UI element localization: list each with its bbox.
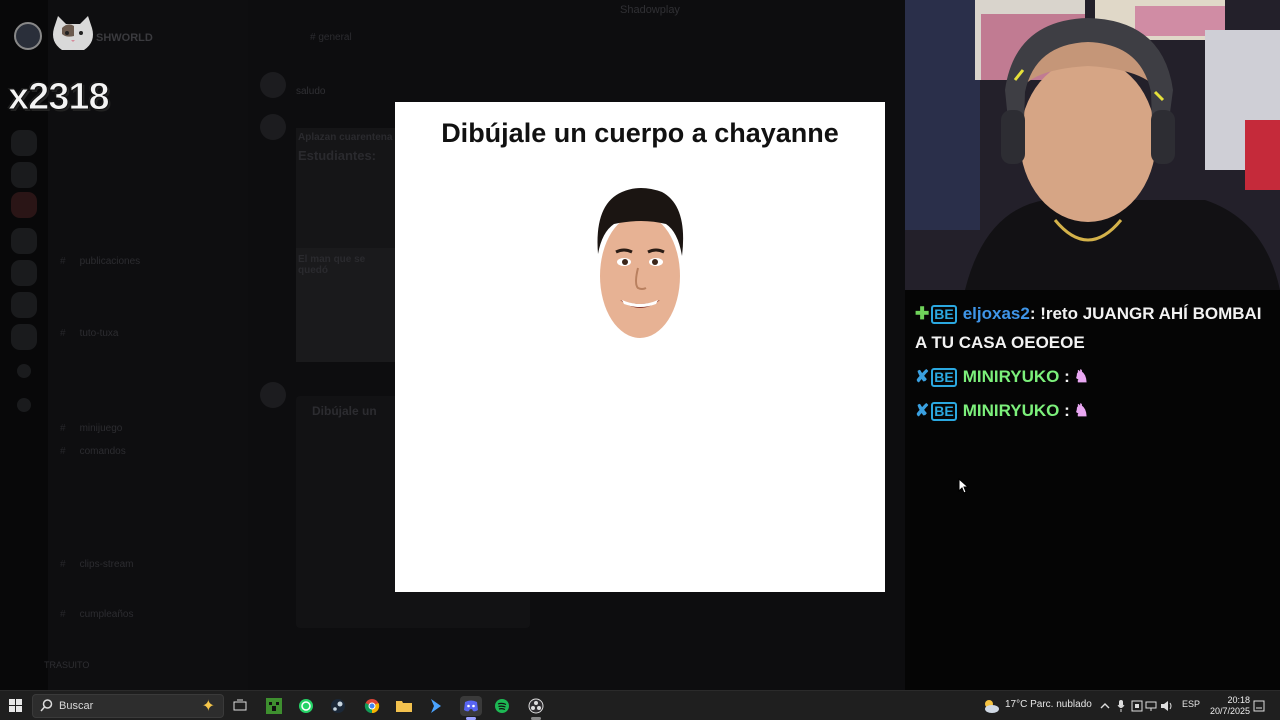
channel-header: # general [310,32,352,43]
webcam-image [905,0,1280,290]
drawing-canvas-modal[interactable]: Dibújale un cuerpo a chayanne [395,102,885,592]
microphone-icon [1117,700,1125,712]
meme-heading: Aplazan cuarentena [298,132,393,143]
spotify-icon [495,699,509,713]
chat-message: ✘ BE MINIRYUKO : ♞ [915,367,1089,387]
discord-icon [464,700,478,712]
windows-icon [9,699,22,712]
avatar[interactable] [260,72,286,98]
chevron-up-icon [1100,703,1110,709]
obs-app-button[interactable] [526,696,546,716]
weather-text[interactable]: 17°C Parc. nublado [1005,699,1092,710]
subscriber-badge-icon: BE [931,402,957,421]
channel-minijuego[interactable]: minijuego [60,423,123,434]
network-button[interactable] [1144,696,1158,716]
chat-message-continued: A TU CASA OEOEOE [915,333,1085,352]
start-button[interactable] [6,696,26,716]
embed-title: Dibújale un [312,404,377,418]
chat-username: MINIRYUKO [962,367,1060,386]
donation-counter: x2318 [8,76,111,119]
chat-text: : [1059,401,1070,420]
current-user-name: TRASUITO [44,660,90,670]
taskbar: Buscar ✦ 17°C Parc. nublado ESP 20:18 20… [0,690,1280,720]
mouse-cursor-icon [958,478,970,494]
chrome-icon [364,699,380,714]
chat-message: ✘ BE MINIRYUKO : ♞ [915,401,1089,421]
obs-icon [528,698,544,714]
message-text: saludo [296,86,326,97]
channel-logo-icon [14,22,42,50]
copilot-sparkle-icon: ✦ [201,698,215,715]
server-icon[interactable] [11,162,37,188]
file-explorer-button[interactable] [394,696,414,716]
add-server-icon[interactable] [17,364,31,378]
arrow-app-icon [431,699,441,713]
server-name[interactable]: SHWORLD [96,32,153,44]
chat-message: ✚ BE eljoxas2: !reto JUANGR AHÍ BOMBAI [915,304,1262,324]
sword-badge-icon: ✘ [915,401,930,420]
channel-clips-stream[interactable]: clips-stream [60,559,134,570]
face-image [597,188,684,338]
chrome-app-button[interactable] [362,696,382,716]
app-button[interactable] [426,696,446,716]
modal-title: Dibújale un cuerpo a chayanne [441,118,839,148]
task-view-icon [233,699,247,711]
chat-text: : !reto JUANGR AHÍ BOMBAI [1029,304,1262,323]
tray-overflow-button[interactable] [1098,696,1112,716]
clock-time: 20:18 [1227,695,1250,705]
sparkle-badge-icon: ✚ [915,304,930,323]
task-view-button[interactable] [230,696,250,716]
search-icon [40,699,53,712]
server-icon[interactable] [11,324,37,350]
server-icon[interactable] [11,228,37,254]
search-placeholder: Buscar [59,700,94,712]
volume-icon [1161,701,1172,711]
steam-icon [331,699,345,713]
notification-icon [1253,700,1265,712]
channel-cumpleanos[interactable]: cumpleaños [60,609,134,620]
subscriber-badge-icon: BE [931,368,957,387]
weather-cloud-icon [985,700,999,713]
server-icon[interactable] [11,192,37,218]
channel-publicaciones[interactable]: publicaciones [60,256,141,267]
chat-username: MINIRYUKO [962,401,1060,420]
minecraft-icon [266,698,282,714]
unicorn-emote-icon: ♞ [1073,401,1089,420]
unicorn-emote-icon: ♞ [1073,367,1089,386]
whatsapp-icon [299,699,313,713]
chat-username: eljoxas2 [962,304,1030,323]
meme-subheading: Estudiantes: [298,148,377,163]
channel-tuto-tuxa[interactable]: tuto-tuxa [60,328,119,339]
server-icon[interactable] [11,260,37,286]
system-clock[interactable]: 20:18 20/7/2025 [1198,695,1250,717]
channel-comandos[interactable]: comandos [60,446,126,457]
sword-badge-icon: ✘ [915,367,930,386]
steam-app-button[interactable] [328,696,348,716]
tray-app-button[interactable] [1130,696,1144,716]
meme-image-card[interactable]: Aplazan cuarentena Estudiantes: El man q… [296,128,396,362]
cat-emote-icon [53,16,93,50]
subscriber-badge-icon: BE [931,305,957,324]
notifications-button[interactable] [1252,696,1266,716]
spotify-app-button[interactable] [492,696,512,716]
minecraft-app-button[interactable] [264,696,284,716]
discord-app-button[interactable] [460,696,482,716]
search-input[interactable]: Buscar ✦ [32,694,224,718]
avatar[interactable] [260,114,286,140]
chat-text: : [1059,367,1070,386]
explore-icon[interactable] [17,398,31,412]
volume-button[interactable] [1160,696,1174,716]
folder-icon [396,701,412,712]
network-icon [1145,701,1157,711]
avatar[interactable] [260,382,286,408]
whatsapp-app-button[interactable] [296,696,316,716]
webcam-feed [905,0,1280,290]
tray-app-icon [1131,700,1143,712]
clock-date: 20/7/2025 [1209,706,1250,716]
server-icon[interactable] [11,130,37,156]
window-title: Shadowplay [620,4,680,16]
microphone-button[interactable] [1114,696,1128,716]
meme-caption: El man que se quedó [298,254,366,276]
server-icon[interactable] [11,292,37,318]
